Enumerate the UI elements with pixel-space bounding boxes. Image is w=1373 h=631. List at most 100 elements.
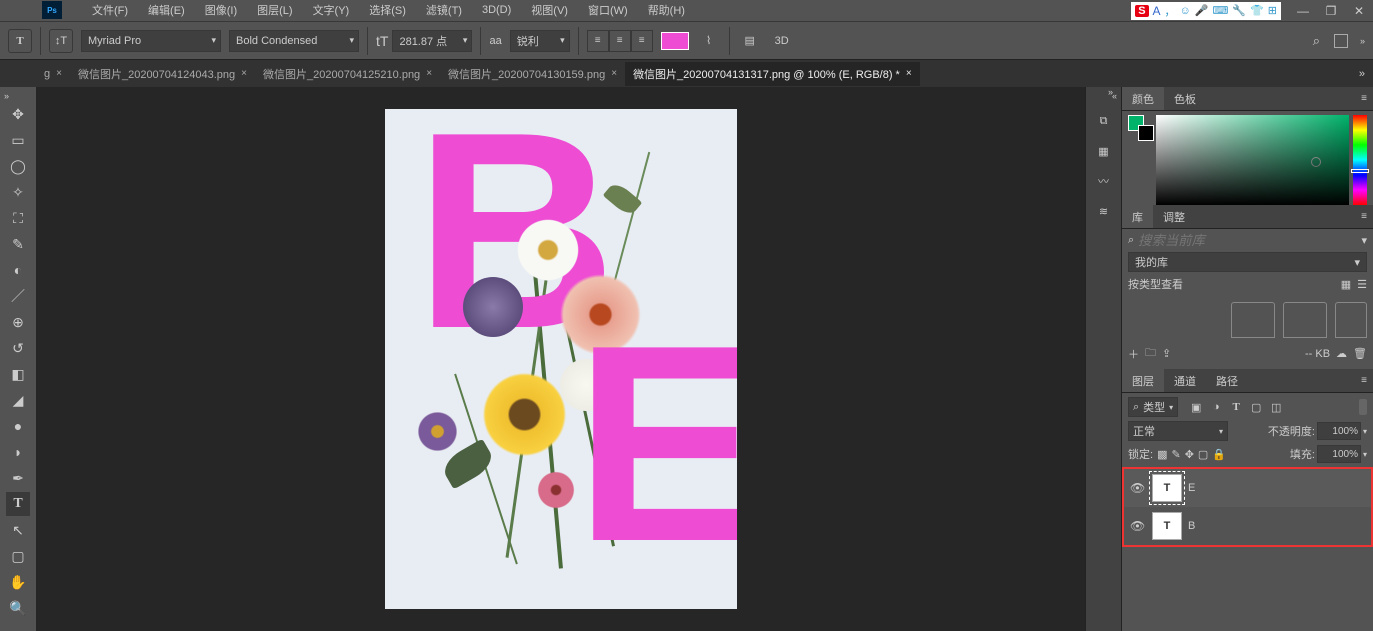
zoom-tool[interactable]: 🔍 [6,596,30,620]
ime-a[interactable]: A [1153,4,1161,18]
color-tab[interactable]: 颜色 [1122,87,1164,110]
crop-tool[interactable]: ⛶ [6,206,30,230]
marquee-tool[interactable]: ▭ [6,128,30,152]
close-icon[interactable]: × [56,68,62,79]
eyedropper-tool[interactable]: ✎ [6,232,30,256]
layer-filter-dropdown[interactable]: ⌕类型▾ [1128,397,1178,417]
library-select-dropdown[interactable]: 我的库▾ [1128,252,1367,272]
tool-preset-icon[interactable]: T [8,29,32,53]
canvas[interactable]: B E [385,109,737,609]
opacity-input[interactable] [1317,422,1361,440]
saturation-brightness-picker[interactable] [1156,115,1349,205]
layer-row[interactable]: 👁 T B [1124,507,1371,545]
cloud-icon[interactable]: ☁ [1336,347,1347,360]
layer-name[interactable]: E [1188,482,1195,494]
trash-icon[interactable]: 🗑 [1353,347,1367,360]
menu-3d[interactable]: 3D(D) [474,2,519,18]
panel-collapse-icon[interactable]: » [1104,87,1113,97]
text-orientation-icon[interactable]: ↕T [49,29,73,53]
background-swatch[interactable] [1138,125,1154,141]
search-icon[interactable]: ⌕ [1313,33,1320,49]
menu-layer[interactable]: 图层(L) [249,0,300,20]
ime-smiley-icon[interactable]: ☺ [1180,5,1191,17]
upload-icon[interactable]: ⇪ [1162,347,1171,360]
filter-shape-icon[interactable]: ▢ [1248,399,1264,415]
menu-window[interactable]: 窗口(W) [580,0,636,20]
3d-button[interactable]: 3D [770,29,794,53]
brushes-panel-icon[interactable]: 〰 [1094,171,1114,191]
menu-file[interactable]: 文件(F) [84,0,136,20]
folder-icon[interactable]: 🗀 [1145,344,1156,363]
close-icon[interactable]: × [241,68,247,79]
panel-menu-icon[interactable]: ≡ [1355,375,1373,386]
gradient-tool[interactable]: ◢ [6,388,30,412]
align-center-button[interactable]: ≡ [609,30,631,52]
font-family-dropdown[interactable]: Myriad Pro [81,30,221,52]
visibility-eye-icon[interactable]: 👁 [1130,519,1146,533]
library-search-input[interactable] [1138,233,1357,248]
warp-text-icon[interactable]: ⌇ [697,29,721,53]
list-view-icon[interactable]: ☰ [1357,278,1367,291]
filter-image-icon[interactable]: ▣ [1188,399,1204,415]
swatches-tab[interactable]: 色板 [1164,87,1206,110]
lock-transparency-icon[interactable]: ▩ [1157,448,1167,461]
lock-pixels-icon[interactable]: ✎ [1171,448,1180,461]
canvas-text-e[interactable]: E [575,284,737,605]
tab-overflow-icon[interactable]: » [1351,68,1373,80]
menu-help[interactable]: 帮助(H) [640,0,693,20]
eraser-tool[interactable]: ◧ [6,362,30,386]
library-tab[interactable]: 库 [1122,205,1153,228]
doc-tab-0[interactable]: g× [36,64,70,84]
move-tool[interactable]: ✥ [6,102,30,126]
close-icon[interactable]: × [906,68,912,79]
close-button[interactable]: ✕ [1345,1,1373,21]
close-icon[interactable]: × [611,68,617,79]
type-tool[interactable]: T [6,492,30,516]
add-icon[interactable]: ＋ [1128,346,1139,362]
lock-position-icon[interactable]: ✥ [1185,448,1194,461]
close-icon[interactable]: × [426,68,432,79]
menu-select[interactable]: 选择(S) [361,0,414,20]
filter-smart-icon[interactable]: ◫ [1268,399,1284,415]
brush-tool[interactable]: ／ [6,284,30,308]
brush-settings-panel-icon[interactable]: ≋ [1094,201,1114,221]
ime-grid-icon[interactable]: ⊞ [1268,4,1277,17]
ime-tool-icon[interactable]: 🔧 [1232,4,1246,17]
lock-all-icon[interactable]: 🔒 [1212,448,1226,461]
toolbox-collapse-icon[interactable]: » [0,91,9,101]
grid-view-icon[interactable]: ▦ [1341,278,1351,291]
chevron-down-icon[interactable]: ▾ [1361,234,1367,247]
align-right-button[interactable]: ≡ [631,30,653,52]
ime-keyboard-icon[interactable]: ⌨ [1212,4,1228,17]
sogou-icon[interactable]: S [1135,5,1148,17]
clone-stamp-tool[interactable]: ⊕ [6,310,30,334]
doc-tab-4[interactable]: 微信图片_20200704131317.png @ 100% (E, RGB/8… [625,62,920,86]
history-panel-icon[interactable]: ⧉ [1094,111,1114,131]
shape-tool[interactable]: ▢ [6,544,30,568]
menu-view[interactable]: 视图(V) [523,0,576,20]
ime-punct-icon[interactable]: ， [1165,3,1176,19]
workspace-toggle-icon[interactable] [1334,34,1348,48]
layer-thumb[interactable]: T [1152,512,1182,540]
healing-brush-tool[interactable]: ◐ [6,258,30,282]
menu-image[interactable]: 图像(I) [197,0,245,20]
adjustments-tab[interactable]: 调整 [1153,205,1195,228]
align-left-button[interactable]: ≡ [587,30,609,52]
minimize-button[interactable]: — [1289,1,1317,21]
filter-adjust-icon[interactable]: ◑ [1208,399,1224,415]
fg-bg-swatches[interactable] [1128,115,1152,201]
paths-tab[interactable]: 路径 [1206,369,1248,392]
history-brush-tool[interactable]: ↺ [6,336,30,360]
layer-row[interactable]: 👁 T E [1124,469,1371,507]
panel-menu-icon[interactable]: ≡ [1355,211,1373,222]
canvas-area[interactable]: B E [36,87,1085,631]
blend-mode-dropdown[interactable]: 正常▾ [1128,421,1228,441]
maximize-button[interactable]: ❐ [1317,1,1345,21]
menu-type[interactable]: 文字(Y) [305,0,358,20]
panel-menu-icon[interactable]: ≡ [1355,93,1373,104]
path-selection-tool[interactable]: ↖ [6,518,30,542]
lasso-tool[interactable]: ◯ [6,154,30,178]
layer-thumb[interactable]: T [1152,474,1182,502]
blur-tool[interactable]: ● [6,414,30,438]
text-color-swatch[interactable] [661,32,689,50]
